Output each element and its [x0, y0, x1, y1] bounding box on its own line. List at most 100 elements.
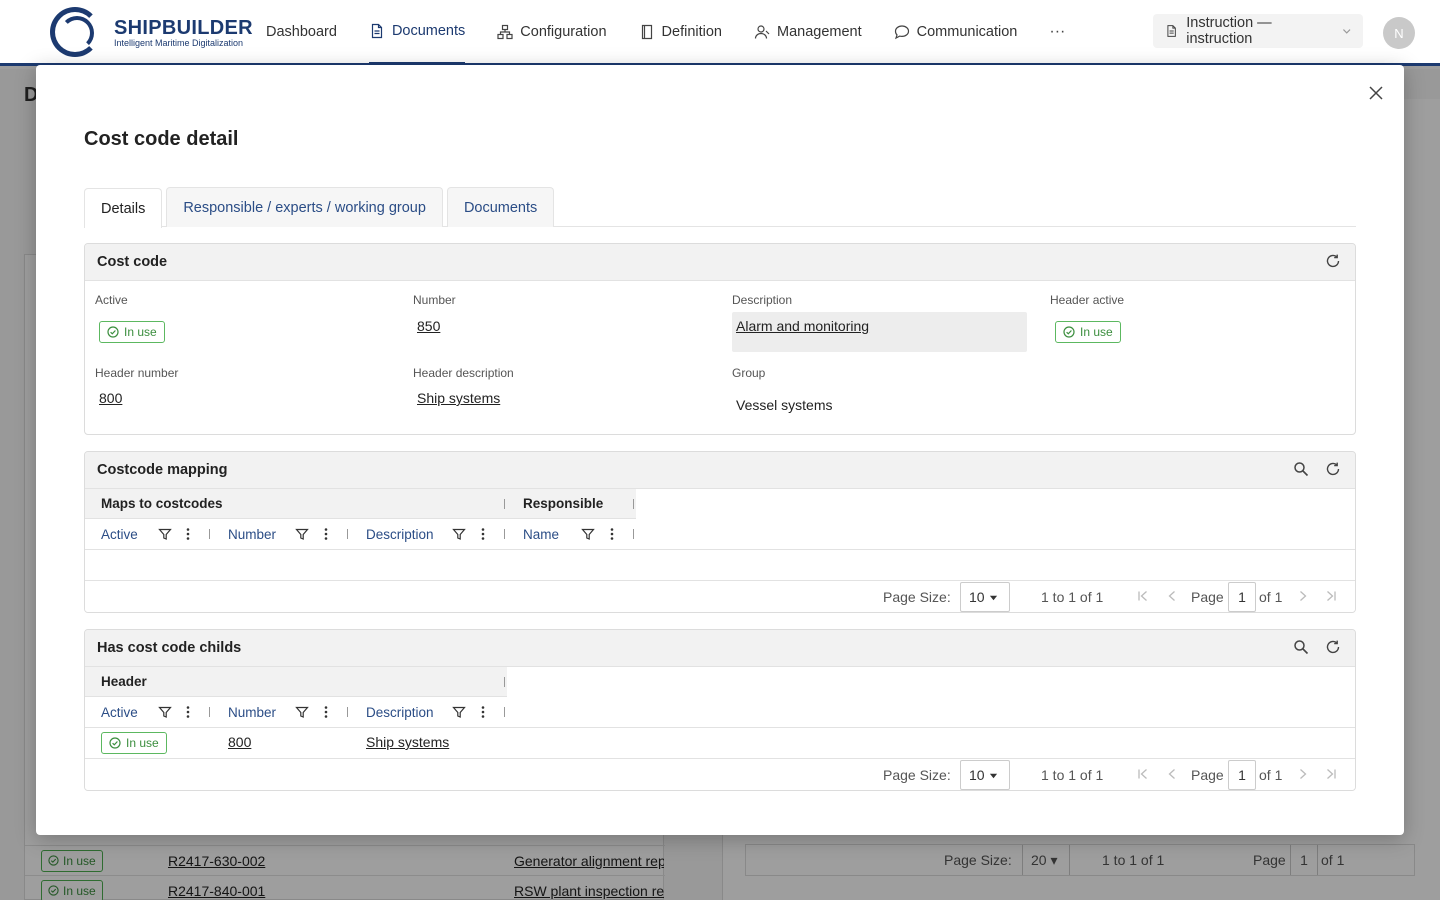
column-resize-handle[interactable] — [504, 707, 505, 717]
first-page-icon[interactable] — [1137, 768, 1149, 780]
cost-code-childs-panel: Has cost code childs Header Active Numbe… — [84, 629, 1356, 791]
nav-management-label: Management — [776, 24, 862, 40]
column-menu-icon[interactable] — [181, 527, 195, 541]
filter-icon[interactable] — [158, 527, 172, 541]
tab-documents[interactable]: Documents — [446, 187, 555, 227]
column-resize-handle[interactable] — [504, 499, 505, 509]
last-page-icon[interactable] — [1325, 590, 1337, 602]
column-header-description[interactable]: Description — [366, 519, 434, 549]
column-resize-handle[interactable] — [209, 529, 210, 539]
child-description-link[interactable]: Ship systems — [366, 734, 449, 750]
nav-more-button[interactable]: ··· — [1049, 0, 1065, 64]
refresh-icon[interactable] — [1325, 253, 1341, 269]
search-icon[interactable] — [1293, 461, 1309, 477]
column-resize-handle[interactable] — [633, 529, 634, 539]
costcode-mapping-panel: Costcode mapping Maps to costcodes Respo… — [84, 451, 1356, 613]
number-value-link[interactable]: 850 — [417, 318, 440, 334]
header-description-label: Header description — [413, 366, 514, 380]
column-header-active[interactable]: Active — [101, 697, 138, 727]
last-page-icon[interactable] — [1325, 768, 1337, 780]
document-icon — [1167, 25, 1176, 37]
nav-documents[interactable]: Documents — [368, 0, 466, 64]
column-menu-icon[interactable] — [605, 527, 619, 541]
status-badge-label: In use — [126, 736, 159, 750]
nav-dashboard-label: Dashboard — [266, 24, 337, 40]
column-group-header: Header — [85, 667, 507, 697]
nav-documents-label: Documents — [391, 23, 466, 39]
column-group-responsible: Responsible — [511, 489, 636, 519]
main-nav: Dashboard Documents Configuration Defini… — [266, 0, 1065, 64]
filter-icon[interactable] — [452, 705, 466, 719]
page-size-select[interactable]: 10 — [960, 760, 1010, 790]
active-status-label: In use — [124, 325, 157, 339]
column-header-description[interactable]: Description — [366, 697, 434, 727]
nav-configuration[interactable]: Configuration — [497, 0, 607, 64]
column-menu-icon[interactable] — [476, 527, 490, 541]
page-size-value: 10 — [969, 589, 985, 605]
next-page-icon[interactable] — [1297, 768, 1309, 780]
column-menu-icon[interactable] — [476, 705, 490, 719]
header-number-link[interactable]: 800 — [99, 390, 122, 406]
column-header-number[interactable]: Number — [228, 519, 276, 549]
childs-pager: Page Size: 10 1 to 1 of 1 Page 1 of 1 — [85, 759, 1355, 790]
refresh-icon[interactable] — [1325, 639, 1341, 655]
pager-page-label: Page — [1191, 589, 1224, 605]
close-button[interactable] — [1366, 83, 1386, 103]
user-avatar[interactable]: N — [1383, 17, 1415, 49]
column-menu-icon[interactable] — [319, 527, 333, 541]
nav-communication-label: Communication — [916, 24, 1018, 40]
column-resize-handle[interactable] — [347, 707, 348, 717]
filter-icon[interactable] — [295, 527, 309, 541]
nav-communication[interactable]: Communication — [894, 0, 1018, 64]
panel-header: Cost code — [85, 244, 1355, 281]
refresh-icon[interactable] — [1325, 461, 1341, 477]
mapping-pager: Page Size: 10 1 to 1 of 1 Page 1 of 1 — [85, 581, 1355, 612]
filter-icon[interactable] — [295, 705, 309, 719]
filter-icon[interactable] — [452, 527, 466, 541]
next-page-icon[interactable] — [1297, 590, 1309, 602]
prev-page-icon[interactable] — [1166, 768, 1178, 780]
page-number-input[interactable]: 1 — [1228, 582, 1256, 612]
shipbuilder-logo[interactable]: SHIPBUILDER Intelligent Maritime Digital… — [50, 7, 253, 59]
table-row[interactable]: In use 800 Ship systems — [85, 728, 1355, 759]
search-icon[interactable] — [1293, 639, 1309, 655]
column-menu-icon[interactable] — [319, 705, 333, 719]
child-number-link[interactable]: 800 — [228, 734, 251, 750]
panel-title: Costcode mapping — [97, 462, 228, 478]
header-description-link[interactable]: Ship systems — [417, 390, 500, 406]
chevron-down-icon — [1342, 29, 1350, 34]
first-page-icon[interactable] — [1137, 590, 1149, 602]
cost-code-panel: Cost code Active In use Number 850 Descr… — [84, 243, 1356, 435]
pager-range: 1 to 1 of 1 — [1041, 589, 1104, 605]
header-number-label: Header number — [95, 366, 179, 380]
column-header-number[interactable]: Number — [228, 697, 276, 727]
column-resize-handle[interactable] — [633, 499, 634, 509]
filter-icon[interactable] — [581, 527, 595, 541]
context-select-value: Instruction — instruction — [1186, 15, 1272, 47]
sitemap-icon — [497, 24, 513, 40]
column-resize-handle[interactable] — [504, 529, 505, 539]
column-resize-handle[interactable] — [347, 529, 348, 539]
tab-details[interactable]: Details — [84, 188, 163, 228]
column-resize-handle[interactable] — [209, 707, 210, 717]
column-group-label: Header — [101, 674, 147, 689]
column-menu-icon[interactable] — [181, 705, 195, 719]
user-icon — [754, 25, 770, 39]
column-group-maps-to: Maps to costcodes — [85, 489, 511, 519]
context-select[interactable]: Instruction — instruction — [1153, 14, 1363, 48]
nav-management[interactable]: Management — [754, 0, 862, 64]
prev-page-icon[interactable] — [1166, 590, 1178, 602]
tab-responsible[interactable]: Responsible / experts / working group — [166, 187, 443, 227]
nav-definition[interactable]: Definition — [639, 0, 722, 64]
column-header-active[interactable]: Active — [101, 519, 138, 549]
column-resize-handle[interactable] — [504, 677, 505, 687]
column-header-name[interactable]: Name — [523, 519, 559, 549]
description-value-link[interactable]: Alarm and monitoring — [736, 318, 869, 334]
page-size-select[interactable]: 10 — [960, 582, 1010, 612]
nav-dashboard[interactable]: Dashboard — [266, 0, 337, 64]
filter-icon[interactable] — [158, 705, 172, 719]
document-icon — [371, 23, 383, 39]
brand-name: SHIPBUILDER — [114, 17, 253, 39]
page-number-input[interactable]: 1 — [1228, 760, 1256, 790]
pager-page-label: Page — [1191, 767, 1224, 783]
